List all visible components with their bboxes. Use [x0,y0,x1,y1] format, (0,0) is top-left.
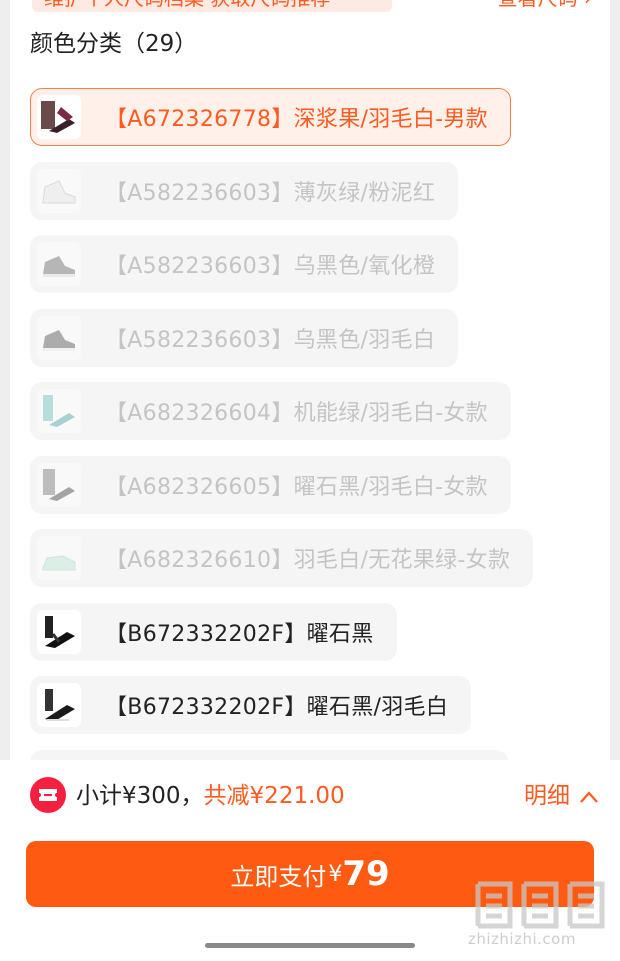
teal-shoe-icon [37,389,81,433]
sku-selector-sheet: 维护个人尺码档案 获取尺码推荐 查看尺码 › 颜色分类（29） 【A672326… [10,0,610,760]
color-option[interactable]: 【A582236603】薄灰绿/粉泥红 [30,161,459,220]
option-label: 【A582236603】乌黑色/氧化橙 [105,254,436,279]
gray-hightop-icon [37,242,81,286]
gray-hightop-icon [37,315,81,360]
subtotal-text: 小计¥300， [76,783,204,809]
option-label: 【A682326604】机能绿/羽毛白-女款 [105,401,488,426]
watermark-logo: zhizhizhi.com [468,878,614,956]
coupon-icon [30,777,66,813]
option-label: 【A582236603】薄灰绿/粉泥红 [105,180,436,206]
color-option[interactable]: 【A682326605】曜石黑/羽毛白-女款 [30,455,511,514]
pay-currency: ¥ [328,861,343,887]
black-shoe-icon [37,609,81,654]
discount-text: 共减¥221.00 [203,783,345,809]
white-hightop-icon [37,168,81,213]
color-option[interactable]: 【A582236603】乌黑色/羽毛白 [30,308,459,367]
pay-button-label: 立即支付 [230,862,327,891]
size-profile-banner[interactable]: 维护个人尺码档案 获取尺码推荐 [32,0,392,12]
option-label: 【B672332202F】曜石黑 [105,621,374,647]
option-label: 【A682326610】羽毛白/无花果绿-女款 [105,548,511,573]
view-size-link[interactable]: 查看尺码 › [498,0,592,10]
black-white-shoe-icon [37,683,81,727]
color-option[interactable]: 【A682326610】羽毛白/无花果绿-女款 [30,529,534,587]
watermark-url: zhizhizhi.com [468,930,576,948]
detail-toggle[interactable]: 明细 [524,780,598,812]
color-category-title: 颜色分类（29） [30,31,198,57]
color-option[interactable]: 【B672332202F】曜石黑/羽毛白 [30,676,472,734]
pay-amount: 79 [342,854,390,894]
color-option[interactable]: 【B672332202F】曜石黑 [30,602,397,661]
color-option[interactable]: 【A672326778】深浆果/羽毛白-男款 [30,88,511,146]
home-indicator[interactable] [205,943,415,948]
color-option[interactable]: 【A582236603】乌黑色/氧化橙 [30,235,459,293]
mint-shoe-icon [37,536,81,580]
price-summary: 小计¥300，共减¥221.00 [76,780,345,812]
option-label: 【A672326778】深浆果/羽毛白-男款 [105,107,488,132]
watermark-glyph-icon [475,881,605,929]
color-option[interactable]: 【A682326604】机能绿/羽毛白-女款 [30,382,511,440]
detail-label: 明细 [524,783,570,809]
color-option-list: 【A672326778】深浆果/羽毛白-男款 【A582236603】薄灰绿/粉… [30,88,534,760]
option-label: 【B672332202F】曜石黑/羽毛白 [105,695,449,720]
option-label: 【A682326605】曜石黑/羽毛白-女款 [105,474,488,500]
option-label: 【A582236603】乌黑色/羽毛白 [105,327,436,353]
gray-shoe-icon [37,462,81,507]
color-option[interactable] [30,749,508,760]
dark-shoe-icon [37,95,81,139]
chevron-up-icon [580,780,598,812]
